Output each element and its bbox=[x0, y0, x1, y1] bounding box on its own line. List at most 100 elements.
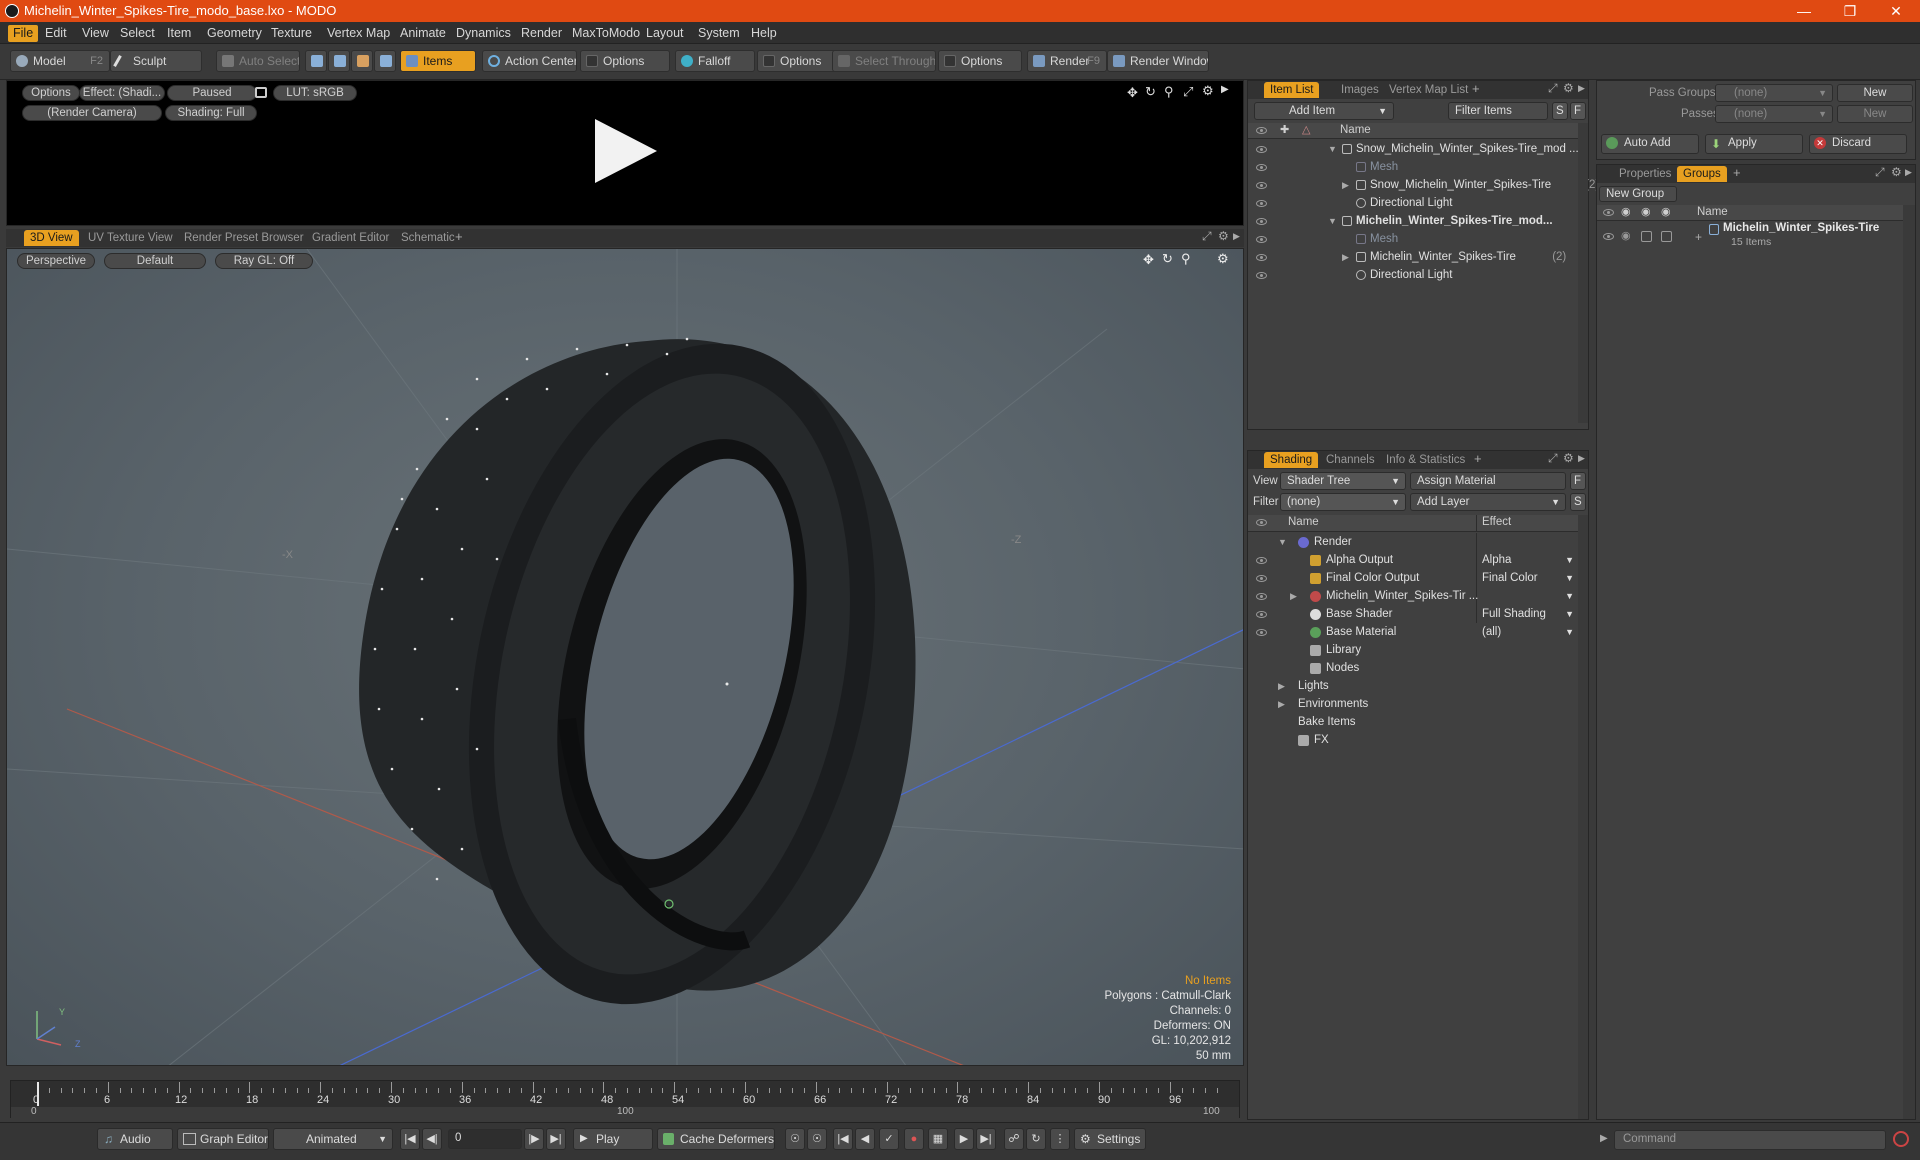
edges-mode-button[interactable] bbox=[328, 50, 350, 72]
group-visibility-eye-icon[interactable] bbox=[1603, 233, 1614, 240]
animated-dropdown[interactable]: Animated ▼ bbox=[273, 1128, 393, 1150]
item-list-row[interactable]: Directional Light bbox=[1248, 194, 1578, 212]
menu-animate[interactable]: Animate bbox=[395, 25, 451, 42]
raygl-toggle[interactable]: Ray GL: Off bbox=[215, 253, 313, 269]
item-list-row[interactable]: ▼ Michelin_Winter_Spikes-Tire_mod... bbox=[1248, 212, 1578, 230]
shader-tree-row[interactable]: Alpha Output Alpha ▼ bbox=[1248, 551, 1578, 569]
preview-options-button[interactable]: Options bbox=[22, 85, 80, 101]
groups-name-column[interactable]: Name bbox=[1697, 206, 1728, 218]
viewport-expand-icon[interactable]: ⤢ bbox=[1202, 229, 1212, 244]
shader-tree-row[interactable]: ▶ Environments bbox=[1248, 695, 1578, 713]
visibility-eye-icon[interactable] bbox=[1256, 236, 1267, 243]
preview-pause-button[interactable]: Paused bbox=[167, 85, 257, 101]
collapse-arrow-icon[interactable]: ▼ bbox=[1328, 212, 1337, 230]
tab-item-list[interactable]: Item List bbox=[1264, 82, 1320, 98]
model-mode-button[interactable]: Model F2 bbox=[10, 50, 110, 72]
shading-f-button[interactable]: F bbox=[1570, 472, 1586, 490]
new-pass-group-button[interactable]: New bbox=[1837, 84, 1913, 102]
groups-scrollbar[interactable] bbox=[1903, 205, 1915, 1119]
visibility-eye-icon[interactable] bbox=[1256, 146, 1267, 153]
item-list-hscrollbar[interactable] bbox=[1248, 433, 1578, 441]
action-center-options-button[interactable]: Options bbox=[580, 50, 670, 72]
shading-s-button[interactable]: S bbox=[1570, 493, 1586, 511]
restore-icon[interactable]: ❐ bbox=[1827, 0, 1873, 22]
audio-button[interactable]: ♫ Audio bbox=[97, 1128, 173, 1150]
command-input[interactable]: Command bbox=[1614, 1130, 1886, 1150]
channel-options-icon[interactable]: ⋮ bbox=[1050, 1128, 1070, 1150]
shader-effect-column[interactable]: Effect bbox=[1482, 516, 1511, 528]
viewport-rotate-icon[interactable]: ↻ bbox=[1162, 251, 1173, 267]
preview-effect-dropdown[interactable]: Effect: (Shadi... bbox=[79, 85, 165, 101]
add-tab-icon[interactable]: + bbox=[455, 229, 463, 244]
group-lock-checkbox[interactable] bbox=[1641, 231, 1652, 242]
materials-mode-button[interactable] bbox=[374, 50, 396, 72]
shader-tree-row[interactable]: Library bbox=[1248, 641, 1578, 659]
shader-tree-row[interactable]: ▼ Render bbox=[1248, 533, 1578, 551]
filter-items-input[interactable]: Filter Items bbox=[1448, 102, 1548, 120]
3d-viewport[interactable]: Perspective Default Ray GL: Off ✥ ↻ ⚲ ⚙ … bbox=[6, 248, 1244, 1066]
command-history-icon[interactable] bbox=[1893, 1131, 1909, 1147]
move-view-icon[interactable]: ✥ bbox=[1127, 85, 1138, 101]
visibility-eye-icon[interactable] bbox=[1256, 182, 1267, 189]
new-group-button[interactable]: New Group bbox=[1599, 186, 1677, 202]
group-render-icon[interactable]: ◉ bbox=[1621, 229, 1631, 242]
visibility-eye-icon[interactable] bbox=[1256, 557, 1267, 564]
action-center-button[interactable]: Action Center bbox=[482, 50, 577, 72]
auto-key-icon[interactable]: ☉ bbox=[807, 1128, 827, 1150]
expand-plus-icon[interactable]: + bbox=[1695, 230, 1702, 244]
add-tab-icon[interactable]: + bbox=[1733, 165, 1741, 180]
falloff-options-button[interactable]: Options bbox=[757, 50, 836, 72]
item-list-row[interactable]: ▶ Michelin_Winter_Spikes-Tire (2) bbox=[1248, 248, 1578, 266]
go-to-end-icon[interactable]: ▶| bbox=[546, 1128, 566, 1150]
item-list-row[interactable]: ▼ Snow_Michelin_Winter_Spikes-Tire_mod ..… bbox=[1248, 140, 1579, 158]
visibility-eye-icon[interactable] bbox=[1256, 164, 1267, 171]
default-style-dropdown[interactable]: Default bbox=[104, 253, 206, 269]
next-keyframe-icon[interactable]: ▶| bbox=[976, 1128, 996, 1150]
item-list-row[interactable]: ▶ Snow_Michelin_Winter_Spikes-Tire (2) bbox=[1248, 176, 1599, 194]
item-list-row[interactable]: Mesh bbox=[1248, 230, 1578, 248]
passes-dropdown[interactable]: (none) ▼ bbox=[1715, 105, 1833, 123]
set-key-icon[interactable]: ✓ bbox=[879, 1128, 899, 1150]
polygons-mode-button[interactable] bbox=[351, 50, 373, 72]
tab-render-preset-browser[interactable]: Render Preset Browser bbox=[178, 230, 310, 246]
menu-system[interactable]: System bbox=[693, 25, 745, 42]
visibility-eye-icon[interactable] bbox=[1256, 272, 1267, 279]
lock-icon[interactable] bbox=[255, 87, 267, 98]
lut-dropdown[interactable]: LUT: sRGB bbox=[273, 85, 357, 101]
shader-effect-dropdown[interactable]: Full Shading ▼ bbox=[1482, 605, 1574, 623]
tab-vertex-map-list[interactable]: Vertex Map List bbox=[1383, 82, 1474, 98]
add-item-dropdown[interactable]: Add Item ▼ bbox=[1254, 102, 1394, 120]
viewport-more-icon[interactable]: ▶ bbox=[1233, 231, 1240, 242]
tab-shading[interactable]: Shading bbox=[1264, 452, 1319, 468]
pass-groups-dropdown[interactable]: (none) ▼ bbox=[1715, 84, 1833, 102]
key-filter-icon[interactable]: ▦ bbox=[928, 1128, 948, 1150]
tab-groups[interactable]: Groups bbox=[1677, 166, 1727, 182]
preview-settings-gear-icon[interactable]: ⚙ bbox=[1202, 83, 1214, 99]
go-to-start-icon[interactable]: |◀ bbox=[400, 1128, 420, 1150]
graph-editor-button[interactable]: Graph Editor bbox=[177, 1128, 269, 1150]
next-frame-icon[interactable]: ▶ bbox=[954, 1128, 974, 1150]
visibility-eye-icon[interactable] bbox=[1256, 200, 1267, 207]
range-bar[interactable]: 0 100 100 bbox=[11, 1106, 1239, 1118]
menu-edit[interactable]: Edit bbox=[40, 25, 72, 42]
select-through-button[interactable]: Select Through bbox=[832, 50, 936, 72]
shader-tree-row[interactable]: Bake Items bbox=[1248, 713, 1578, 731]
shader-tree-row[interactable]: ▶ Lights bbox=[1248, 677, 1578, 695]
panel-gear-icon[interactable]: ⚙ bbox=[1563, 81, 1574, 95]
visibility-eye-icon[interactable] bbox=[1256, 254, 1267, 261]
assign-material-button[interactable]: Assign Material bbox=[1410, 472, 1566, 490]
panel-expand-icon[interactable]: ⤢ bbox=[1548, 451, 1558, 466]
tab-properties[interactable]: Properties bbox=[1613, 166, 1677, 182]
shader-effect-dropdown[interactable]: Final Color ▼ bbox=[1482, 569, 1574, 587]
sculpt-mode-button[interactable]: Sculpt bbox=[110, 50, 202, 72]
item-list-scrollbar[interactable] bbox=[1578, 123, 1588, 423]
record-icon[interactable]: ● bbox=[904, 1128, 924, 1150]
tab-uv-texture-view[interactable]: UV Texture View bbox=[82, 230, 179, 246]
visibility-eye-icon[interactable] bbox=[1256, 593, 1267, 600]
next-key-icon[interactable]: |▶ bbox=[524, 1128, 544, 1150]
viewport-options-gear-icon[interactable]: ⚙ bbox=[1217, 251, 1229, 267]
tab-channels[interactable]: Channels bbox=[1320, 452, 1381, 468]
play-icon[interactable] bbox=[589, 115, 661, 187]
perspective-dropdown[interactable]: Perspective bbox=[17, 253, 95, 269]
channel-link-icon[interactable]: ☍ bbox=[1004, 1128, 1024, 1150]
